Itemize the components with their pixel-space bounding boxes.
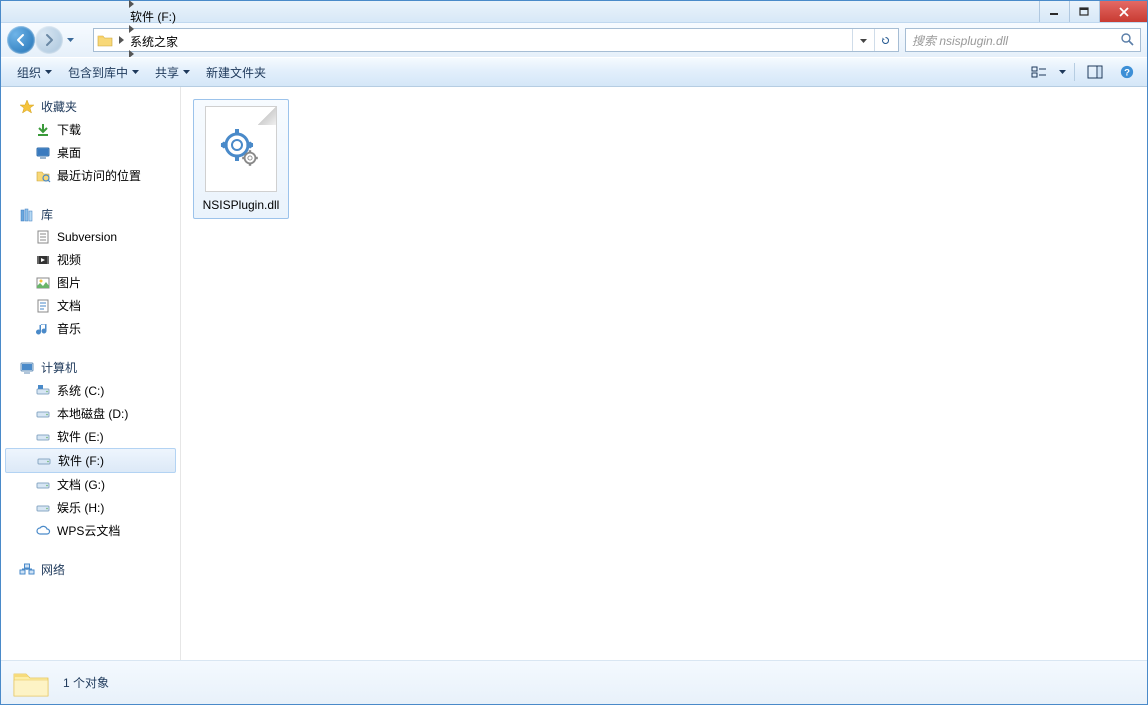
- refresh-button[interactable]: [874, 29, 896, 51]
- tree-item[interactable]: 文档: [1, 294, 180, 317]
- item-icon: [35, 229, 51, 245]
- item-icon: [35, 145, 51, 161]
- status-count: 1 个对象: [63, 674, 109, 691]
- computer-icon: [19, 360, 35, 376]
- organize-menu[interactable]: 组织: [9, 58, 60, 86]
- computer-header[interactable]: 计算机: [1, 356, 180, 379]
- file-item[interactable]: NSISPlugin.dll: [193, 99, 289, 219]
- star-icon: [19, 99, 35, 115]
- tree-item[interactable]: Subversion: [1, 226, 180, 248]
- preview-pane-button[interactable]: [1083, 61, 1107, 83]
- chevron-right-icon[interactable]: [116, 36, 126, 44]
- item-label: 软件 (E:): [57, 428, 104, 445]
- nav-buttons: [7, 26, 87, 54]
- favorites-header[interactable]: 收藏夹: [1, 95, 180, 118]
- item-label: WPS云文档: [57, 522, 120, 539]
- item-icon: [35, 275, 51, 291]
- tree-item[interactable]: 最近访问的位置: [1, 164, 180, 187]
- tree-item[interactable]: 音乐: [1, 317, 180, 340]
- item-icon: [36, 453, 52, 469]
- tree-item[interactable]: 图片: [1, 271, 180, 294]
- chevron-right-icon[interactable]: [126, 0, 136, 8]
- chevron-right-icon[interactable]: [126, 25, 136, 33]
- tree-item[interactable]: 桌面: [1, 141, 180, 164]
- item-label: 娱乐 (H:): [57, 499, 104, 516]
- tree-item[interactable]: 系统 (C:): [1, 379, 180, 402]
- breadcrumb-segment[interactable]: 软件 (F:): [126, 10, 180, 24]
- tree-item[interactable]: 软件 (E:): [1, 425, 180, 448]
- new-folder-button[interactable]: 新建文件夹: [198, 58, 274, 86]
- favorites-group: 收藏夹 下载桌面最近访问的位置: [1, 95, 180, 187]
- tree-item[interactable]: 本地磁盘 (D:): [1, 402, 180, 425]
- folder-icon: [96, 32, 114, 48]
- item-label: 文档: [57, 297, 81, 314]
- view-dropdown[interactable]: [1059, 70, 1066, 74]
- forward-button[interactable]: [35, 26, 63, 54]
- nav-row: 计算机软件 (F:)系统之家新建文件夹 (20)nsisplugin.dll 搜…: [1, 23, 1147, 57]
- item-icon: [35, 298, 51, 314]
- item-icon: [35, 477, 51, 493]
- search-input[interactable]: 搜索 nsisplugin.dll: [905, 28, 1141, 52]
- help-button[interactable]: ?: [1115, 61, 1139, 83]
- tree-item[interactable]: WPS云文档: [1, 519, 180, 542]
- item-label: 文档 (G:): [57, 476, 105, 493]
- tree-item[interactable]: 视频: [1, 248, 180, 271]
- item-label: 最近访问的位置: [57, 167, 141, 184]
- minimize-button[interactable]: [1039, 1, 1069, 22]
- toolbar: 组织 包含到库中 共享 新建文件夹 ?: [1, 57, 1147, 87]
- search-icon: [1120, 32, 1134, 49]
- item-label: 图片: [57, 274, 81, 291]
- file-name: NSISPlugin.dll: [203, 198, 280, 212]
- include-in-library-menu[interactable]: 包含到库中: [60, 58, 147, 86]
- item-label: 软件 (F:): [58, 452, 104, 469]
- explorer-window: 计算机软件 (F:)系统之家新建文件夹 (20)nsisplugin.dll 搜…: [0, 0, 1148, 705]
- network-group: 网络: [1, 558, 180, 581]
- share-menu[interactable]: 共享: [147, 58, 198, 86]
- item-label: 视频: [57, 251, 81, 268]
- item-label: 音乐: [57, 320, 81, 337]
- nav-history-dropdown[interactable]: [63, 29, 77, 51]
- navigation-pane[interactable]: 收藏夹 下载桌面最近访问的位置 库 Subversion 视频图片文档音乐 计算机…: [1, 87, 181, 660]
- item-label: 桌面: [57, 144, 81, 161]
- back-button[interactable]: [7, 26, 35, 54]
- item-label: 系统 (C:): [57, 382, 104, 399]
- network-header[interactable]: 网络: [1, 558, 180, 581]
- tree-item[interactable]: 娱乐 (H:): [1, 496, 180, 519]
- computer-group: 计算机 系统 (C:) 本地磁盘 (D:) 软件 (E:) 软件 (F:) 文档 (G:…: [1, 356, 180, 542]
- item-icon: [35, 252, 51, 268]
- svg-text:?: ?: [1124, 68, 1130, 79]
- search-placeholder: 搜索 nsisplugin.dll: [912, 32, 1008, 49]
- dll-icon: [205, 106, 277, 192]
- item-icon: [35, 500, 51, 516]
- maximize-button[interactable]: [1069, 1, 1099, 22]
- libraries-group: 库 Subversion 视频图片文档音乐: [1, 203, 180, 340]
- libraries-header[interactable]: 库: [1, 203, 180, 226]
- item-icon: [35, 168, 51, 184]
- library-icon: [19, 207, 35, 223]
- item-label: Subversion: [57, 230, 117, 244]
- item-icon: [35, 321, 51, 337]
- item-icon: [35, 429, 51, 445]
- body: 收藏夹 下载桌面最近访问的位置 库 Subversion 视频图片文档音乐 计算机…: [1, 87, 1147, 660]
- separator: [1074, 63, 1075, 81]
- close-button[interactable]: [1099, 1, 1147, 22]
- item-icon: [35, 523, 51, 539]
- item-label: 下载: [57, 121, 81, 138]
- status-bar: 1 个对象: [1, 660, 1147, 704]
- folder-icon: [11, 665, 51, 701]
- item-icon: [35, 406, 51, 422]
- breadcrumb-segment[interactable]: 系统之家: [126, 35, 182, 49]
- view-options-button[interactable]: [1027, 61, 1051, 83]
- tree-item[interactable]: 软件 (F:): [5, 448, 176, 473]
- item-label: 本地磁盘 (D:): [57, 405, 128, 422]
- file-list[interactable]: NSISPlugin.dll: [181, 87, 1147, 660]
- tree-item[interactable]: 文档 (G:): [1, 473, 180, 496]
- tree-item[interactable]: 下载: [1, 118, 180, 141]
- address-dropdown[interactable]: [852, 29, 874, 51]
- address-bar[interactable]: 计算机软件 (F:)系统之家新建文件夹 (20)nsisplugin.dll: [93, 28, 899, 52]
- item-icon: [35, 383, 51, 399]
- network-icon: [19, 562, 35, 578]
- item-icon: [35, 122, 51, 138]
